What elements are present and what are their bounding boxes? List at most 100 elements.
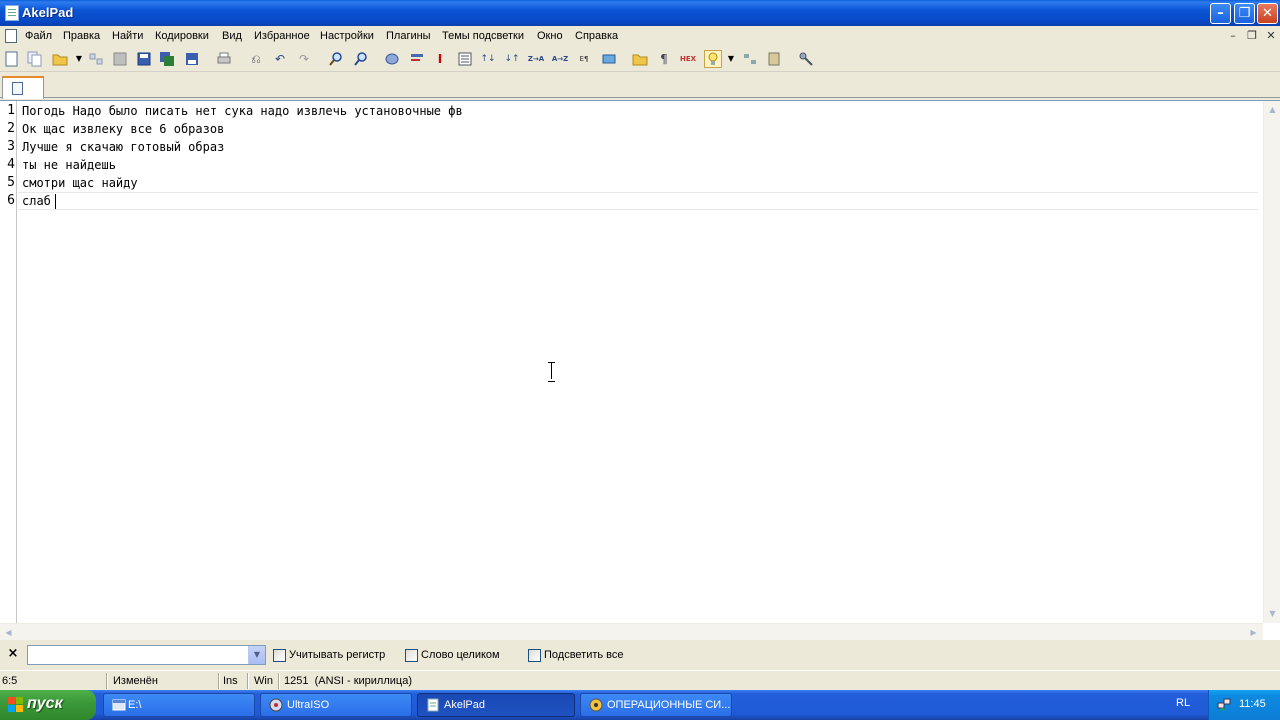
toolbar: ▼ ⎌ ↶ ↷ I ↑↓ ↓↑ Z→A A→Z E¶ ¶ HEX ▼: [0, 46, 1280, 72]
editor-area[interactable]: 1 2 3 4 5 6 Погодь Надо было писать нет …: [0, 100, 1280, 640]
save-disabled-icon[interactable]: [111, 50, 129, 68]
mdi-restore-button[interactable]: ❐: [1245, 29, 1259, 42]
maximize-button[interactable]: ❐: [1234, 3, 1255, 24]
menu-encodings[interactable]: Кодировки: [153, 28, 211, 44]
akelpad-app-icon[interactable]: [5, 5, 19, 21]
chevron-down-icon[interactable]: ▼: [248, 646, 265, 664]
close-find-bar-icon[interactable]: ×: [6, 647, 20, 661]
redo-icon[interactable]: ↷: [295, 50, 313, 68]
cursor-position: 6:5: [2, 675, 18, 687]
document-menu-icon[interactable]: [5, 29, 17, 43]
copy-icon[interactable]: [26, 50, 44, 68]
new-file-icon[interactable]: [3, 50, 21, 68]
find-input[interactable]: [28, 646, 248, 664]
reopen-icon[interactable]: [87, 50, 105, 68]
checkbox-box[interactable]: [405, 648, 418, 662]
undo-icon[interactable]: ⎌: [247, 50, 265, 68]
insert-icon[interactable]: [408, 50, 426, 68]
undo-arrow-icon[interactable]: ↶: [271, 50, 289, 68]
vertical-scrollbar[interactable]: ▲ ▼: [1263, 101, 1280, 623]
close-button[interactable]: ✕: [1257, 3, 1278, 24]
ibeam-cursor-icon: [548, 362, 556, 382]
menu-settings[interactable]: Настройки: [318, 28, 376, 44]
sort-desc-icon[interactable]: ↓↑: [503, 50, 521, 68]
folder-window-icon: [112, 698, 126, 712]
task-label: E:\: [128, 699, 142, 711]
menu-highlight-themes[interactable]: Темы подсветки: [440, 28, 526, 44]
folder-icon[interactable]: [631, 50, 649, 68]
title-bar[interactable]: AkelPad – ❐ ✕: [0, 0, 1280, 26]
text-line[interactable]: ты не найдешь: [22, 156, 116, 174]
menu-help[interactable]: Справка: [573, 28, 620, 44]
menu-file[interactable]: Файл: [23, 28, 54, 44]
pilcrow-icon[interactable]: ¶: [655, 50, 673, 68]
tool-icon[interactable]: [797, 50, 815, 68]
windows-logo-icon: [8, 697, 24, 713]
mdi-close-button[interactable]: ✕: [1264, 29, 1278, 42]
highlight-dropdown-icon[interactable]: ▼: [722, 50, 740, 68]
clipboard-icon[interactable]: [765, 50, 783, 68]
case-icon[interactable]: E¶: [575, 50, 593, 68]
list-icon[interactable]: [456, 50, 474, 68]
menu-plugins[interactable]: Плагины: [384, 28, 433, 44]
language-indicator[interactable]: RL: [1176, 697, 1190, 709]
text-line[interactable]: смотри щас найду: [22, 174, 138, 192]
minimize-icon: –: [1217, 6, 1224, 21]
checkbox-label: Подсветить все: [544, 649, 624, 661]
open-icon[interactable]: [51, 50, 69, 68]
scroll-left-icon[interactable]: ◀: [1, 625, 16, 640]
menu-favorites[interactable]: Избранное: [252, 28, 312, 44]
text-line[interactable]: Погодь Надо было писать нет сука надо из…: [22, 102, 463, 120]
wrap-icon[interactable]: [600, 50, 618, 68]
text-line[interactable]: Лучше я скачаю готовый образ: [22, 138, 224, 156]
minimize-button[interactable]: –: [1210, 3, 1231, 24]
taskbar-item-ultraiso[interactable]: UltraISO: [260, 693, 412, 717]
highlight-all-checkbox[interactable]: Подсветить все: [528, 648, 624, 662]
goto-icon[interactable]: [383, 50, 401, 68]
start-button[interactable]: пуск: [0, 690, 96, 720]
current-line-highlight: [18, 192, 1258, 210]
menu-edit[interactable]: Правка: [61, 28, 102, 44]
document-app-icon: [589, 698, 603, 712]
task-label: ОПЕРАЦИОННЫЕ СИ...: [607, 699, 731, 711]
find-icon[interactable]: [327, 50, 345, 68]
codepage[interactable]: 1251 (ANSI - кириллица): [282, 674, 412, 689]
text-line[interactable]: слаб: [22, 192, 51, 210]
menu-window[interactable]: Окно: [535, 28, 565, 44]
menu-view[interactable]: Вид: [220, 28, 244, 44]
open-dropdown-icon[interactable]: ▼: [70, 50, 88, 68]
scroll-down-icon[interactable]: ▼: [1265, 606, 1280, 621]
save-as-icon[interactable]: [183, 50, 201, 68]
text-line[interactable]: Ок щас извлеку все 6 образов: [22, 120, 224, 138]
scroll-right-icon[interactable]: ▶: [1246, 625, 1261, 640]
whole-word-checkbox[interactable]: Слово целиком: [405, 648, 500, 662]
replace-icon[interactable]: [352, 50, 370, 68]
scroll-up-icon[interactable]: ▲: [1265, 102, 1280, 117]
hex-icon[interactable]: HEX: [679, 50, 697, 68]
taskbar-item-explorer[interactable]: E:\: [103, 693, 255, 717]
find-combobox[interactable]: ▼: [27, 645, 266, 665]
save-icon[interactable]: [135, 50, 153, 68]
match-case-checkbox[interactable]: Учитывать регистр: [273, 648, 385, 662]
network-icon[interactable]: [1217, 697, 1231, 711]
menu-find[interactable]: Найти: [110, 28, 145, 44]
newline-format[interactable]: Win: [252, 674, 273, 689]
sort-asc-icon[interactable]: ↑↓: [479, 50, 497, 68]
horizontal-scrollbar[interactable]: ◀ ▶: [0, 623, 1263, 640]
tab-document-1[interactable]: [2, 76, 44, 99]
cursor-icon[interactable]: I: [431, 50, 449, 68]
mdi-minimize-button[interactable]: –: [1226, 29, 1240, 42]
clock[interactable]: 11:45: [1239, 698, 1266, 710]
checkbox-box[interactable]: [273, 648, 286, 662]
taskbar-item-document[interactable]: ОПЕРАЦИОННЫЕ СИ...: [580, 693, 732, 717]
taskbar-item-akelpad[interactable]: AkelPad: [417, 693, 575, 717]
split-icon[interactable]: [741, 50, 759, 68]
insert-mode[interactable]: Ins: [221, 674, 238, 689]
za-icon[interactable]: Z→A: [527, 50, 545, 68]
print-icon[interactable]: [215, 50, 233, 68]
checkbox-box[interactable]: [528, 648, 541, 662]
highlight-icon[interactable]: [704, 50, 722, 68]
task-label: UltraISO: [287, 699, 330, 711]
az-icon[interactable]: A→Z: [551, 50, 569, 68]
save-all-icon[interactable]: [158, 50, 176, 68]
